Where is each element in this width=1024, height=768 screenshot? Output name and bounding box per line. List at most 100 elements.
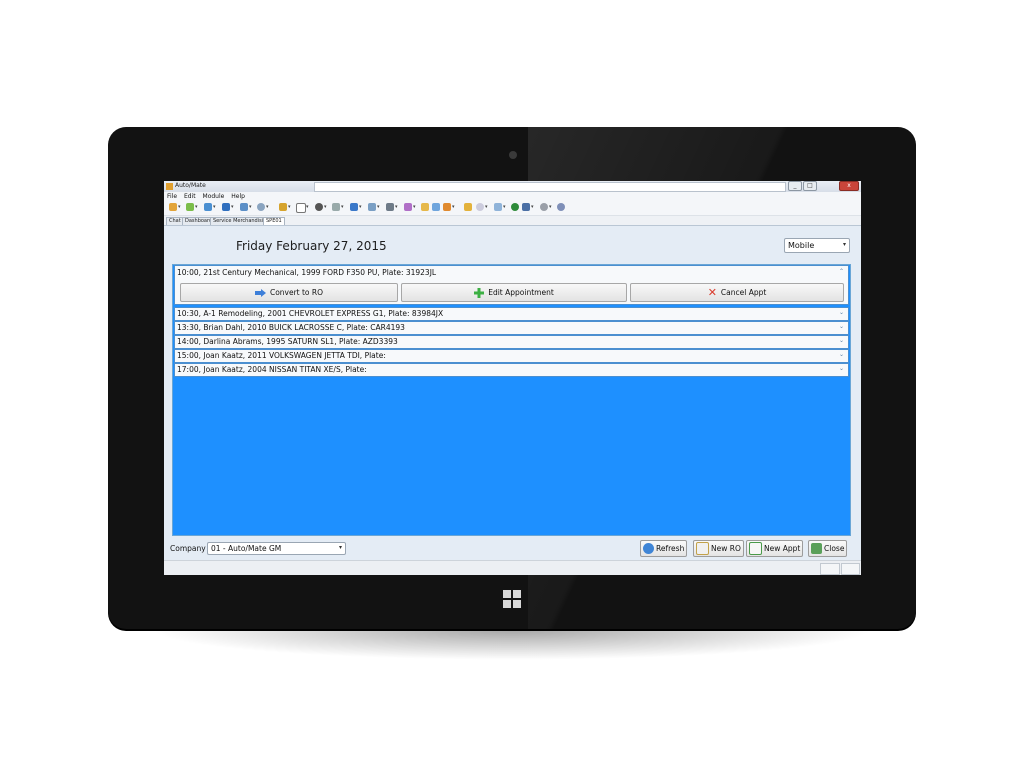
cancel-appt-label: Cancel Appt: [720, 288, 767, 297]
menu-module[interactable]: Module: [203, 193, 225, 200]
appointment-summary: 10:00, 21st Century Mechanical, 1999 FOR…: [177, 268, 437, 277]
chevron-down-icon[interactable]: ⌄: [839, 365, 844, 372]
maximize-button[interactable]: □: [803, 181, 817, 191]
company-select[interactable]: 01 - Auto/Mate GM ▾: [207, 542, 346, 555]
list-item[interactable]: 10:30, A-1 Remodeling, 2001 CHEVROLET EX…: [174, 307, 849, 321]
toolbar-mail-icon[interactable]: [432, 203, 440, 211]
refresh-button[interactable]: Refresh: [640, 540, 688, 557]
close-window-button[interactable]: x: [839, 181, 859, 191]
chevron-down-icon[interactable]: ▾: [178, 204, 181, 210]
edit-appointment-button[interactable]: Edit Appointment: [401, 283, 627, 302]
new-appt-icon: [749, 542, 762, 555]
chevron-down-icon[interactable]: ▾: [395, 204, 398, 210]
new-appt-button[interactable]: New Appt: [746, 540, 804, 557]
menu-help[interactable]: Help: [231, 193, 245, 200]
windows-logo-icon[interactable]: [503, 590, 521, 608]
chevron-down-icon[interactable]: ▾: [266, 204, 269, 210]
toolbar-person-icon[interactable]: [169, 203, 177, 211]
chevron-down-icon: ▾: [338, 544, 342, 551]
new-ro-icon: [696, 542, 709, 555]
appointment-expanded[interactable]: 10:00, 21st Century Mechanical, 1999 FOR…: [174, 265, 849, 305]
appointment-summary: 10:30, A-1 Remodeling, 2001 CHEVROLET EX…: [177, 309, 444, 318]
toolbar-book-icon[interactable]: [222, 203, 230, 211]
window-title: Auto/Mate: [175, 182, 206, 189]
chevron-down-icon[interactable]: ▾: [231, 204, 234, 210]
menu-edit[interactable]: Edit: [184, 193, 196, 200]
chevron-down-icon[interactable]: ▾: [195, 204, 198, 210]
date-navigation: Friday February 27, 2015 Mobile ▾: [172, 234, 852, 256]
module-tabs: Chat Dashboard Service Merchandising SPE…: [164, 216, 861, 226]
view-select[interactable]: Mobile ▾: [784, 238, 850, 253]
toolbar-calendar-icon[interactable]: [279, 203, 287, 211]
chevron-down-icon[interactable]: ▾: [549, 204, 552, 210]
chevron-down-icon[interactable]: ⌄: [839, 323, 844, 330]
toolbar-window-icon[interactable]: [296, 203, 306, 213]
toolbar-table-icon[interactable]: [464, 203, 472, 211]
chevron-down-icon[interactable]: ▾: [531, 204, 534, 210]
convert-to-ro-button[interactable]: Convert to RO: [180, 283, 398, 302]
toolbar-settings-icon[interactable]: [540, 203, 548, 211]
chevron-down-icon[interactable]: ⌄: [839, 309, 844, 316]
app-icon: [166, 183, 173, 190]
toolbar-handshake-icon[interactable]: [443, 203, 451, 211]
close-button[interactable]: Close: [808, 540, 848, 557]
status-bar: [164, 560, 861, 575]
chevron-down-icon[interactable]: ▾: [413, 204, 416, 210]
toolbar-wrench-icon[interactable]: [332, 203, 340, 211]
chevron-down-icon[interactable]: ▾: [213, 204, 216, 210]
toolbar-tools-icon[interactable]: [404, 203, 412, 211]
toolbar-document-icon[interactable]: [522, 203, 530, 211]
toolbar-info-icon[interactable]: [511, 203, 519, 211]
tab-spe01[interactable]: SPE01: [263, 217, 285, 225]
chevron-down-icon[interactable]: ▾: [359, 204, 362, 210]
toolbar-people-icon[interactable]: [421, 203, 429, 211]
new-ro-button[interactable]: New RO: [693, 540, 744, 557]
chevron-down-icon[interactable]: ▾: [341, 204, 344, 210]
toolbar-folder-icon[interactable]: [186, 203, 194, 211]
list-item[interactable]: 15:00, Joan Kaatz, 2011 VOLKSWAGEN JETTA…: [174, 349, 849, 363]
cancel-x-icon: ✕: [707, 285, 717, 299]
toolbar-globe-icon[interactable]: [557, 203, 565, 211]
toolbar-chart-icon[interactable]: [204, 203, 212, 211]
appointments-panel: Friday February 27, 2015 Mobile ▾ 10:00,…: [164, 226, 861, 575]
list-item[interactable]: 17:00, Joan Kaatz, 2004 NISSAN TITAN XE/…: [174, 363, 849, 377]
refresh-label: Refresh: [656, 544, 685, 553]
chevron-down-icon[interactable]: ▾: [485, 204, 488, 210]
chevron-down-icon[interactable]: ⌄: [839, 337, 844, 344]
minimize-button[interactable]: _: [788, 181, 802, 191]
toolbar-list-icon[interactable]: [240, 203, 248, 211]
toolbar-dashboard-icon[interactable]: [476, 203, 484, 211]
menu-file[interactable]: File: [167, 193, 177, 200]
chevron-down-icon[interactable]: ▾: [503, 204, 506, 210]
cancel-appt-button[interactable]: ✕ Cancel Appt: [630, 283, 844, 302]
toolbar-clock-icon[interactable]: [257, 203, 265, 211]
footer-bar: Company 01 - Auto/Mate GM ▾ Refresh New …: [164, 538, 861, 558]
toolbar-calculator-icon[interactable]: [386, 203, 394, 211]
chevron-up-icon[interactable]: ⌃: [839, 268, 844, 275]
status-panel: [841, 563, 860, 575]
chevron-down-icon[interactable]: ▾: [452, 204, 455, 210]
status-panel: [820, 563, 840, 575]
chevron-down-icon[interactable]: ⌄: [839, 351, 844, 358]
app-window: Auto/Mate _ □ x File Edit Module Help ▾ …: [164, 181, 861, 575]
exit-door-icon: [811, 543, 822, 554]
toolbar-gauge-icon[interactable]: [315, 203, 323, 211]
edit-appointment-label: Edit Appointment: [488, 288, 554, 297]
tablet-device: Auto/Mate _ □ x File Edit Module Help ▾ …: [108, 127, 916, 629]
list-item[interactable]: 14:00, Darlina Abrams, 1995 SATURN SL1, …: [174, 335, 849, 349]
chevron-down-icon[interactable]: ▾: [249, 204, 252, 210]
chevron-down-icon[interactable]: ▾: [288, 204, 291, 210]
toolbar-car-icon[interactable]: [350, 203, 358, 211]
title-bar: Auto/Mate _ □ x: [164, 181, 861, 192]
toolbar-report-icon[interactable]: [494, 203, 502, 211]
chevron-down-icon: ▾: [842, 241, 846, 248]
toolbar-grid-icon[interactable]: [368, 203, 376, 211]
chevron-down-icon[interactable]: ▾: [306, 204, 309, 210]
menu-bar: File Edit Module Help: [164, 192, 861, 201]
list-item[interactable]: 13:30, Brian Dahl, 2010 BUICK LACROSSE C…: [174, 321, 849, 335]
appointment-summary: 15:00, Joan Kaatz, 2011 VOLKSWAGEN JETTA…: [177, 351, 386, 360]
appointment-summary: 13:30, Brian Dahl, 2010 BUICK LACROSSE C…: [177, 323, 405, 332]
chevron-down-icon[interactable]: ▾: [324, 204, 327, 210]
chevron-down-icon[interactable]: ▾: [377, 204, 380, 210]
current-date: Friday February 27, 2015: [236, 239, 387, 253]
